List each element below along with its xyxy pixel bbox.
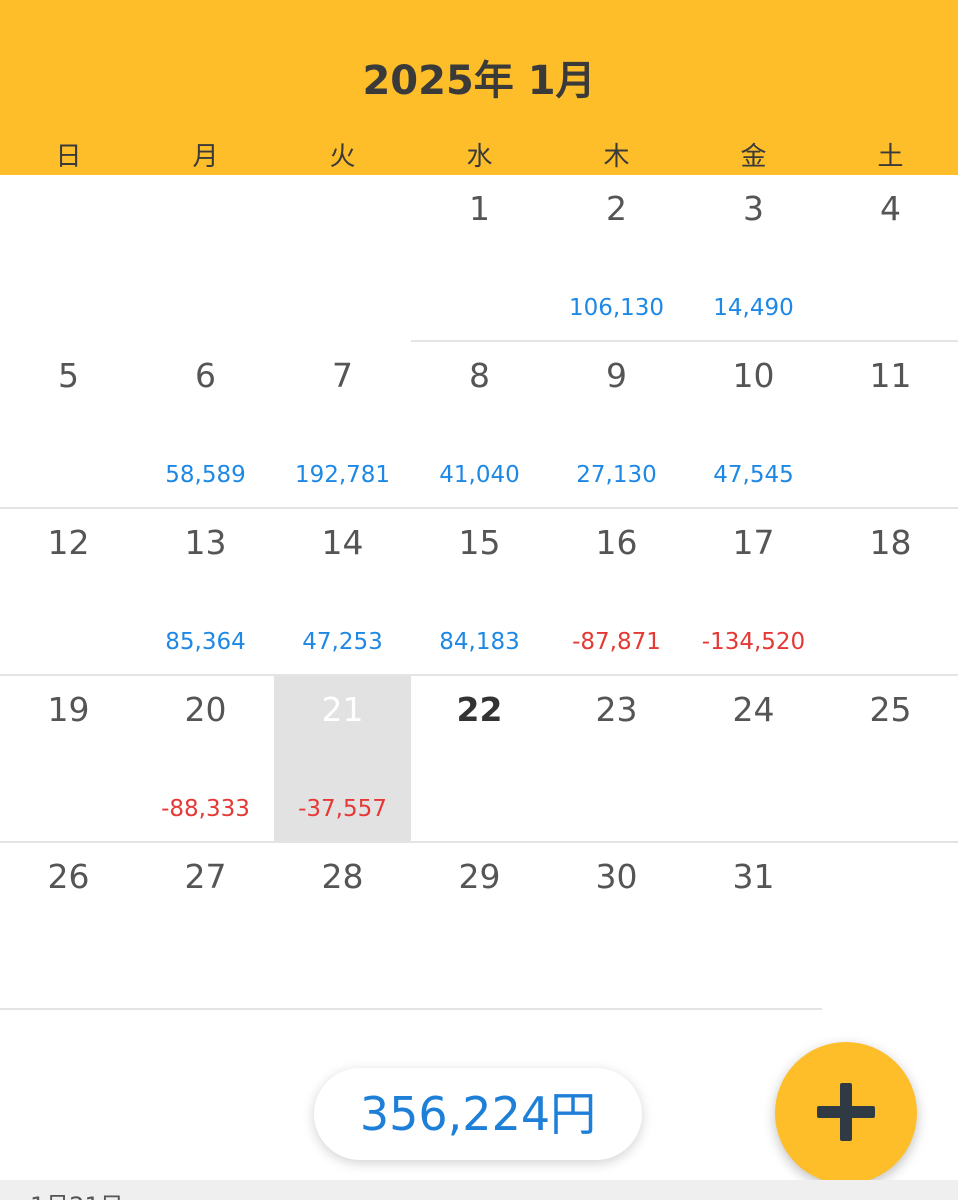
day-number: 1 <box>469 189 490 228</box>
day-number: 13 <box>184 523 227 562</box>
day-cell-28[interactable]: 28 <box>274 843 411 1010</box>
empty-day-cell <box>0 175 137 342</box>
day-cell-24[interactable]: 24 <box>685 676 822 843</box>
day-number: 31 <box>732 857 775 896</box>
day-cell-10[interactable]: 10 47,545 <box>685 342 822 509</box>
calendar-header: 2025年 1月 日 月 火 水 木 金 土 <box>0 0 958 175</box>
day-number: 3 <box>743 189 764 228</box>
day-number: 6 <box>195 356 216 395</box>
selected-date-bar: 1月21日 <box>0 1180 958 1200</box>
day-cell-11[interactable]: 11 <box>822 342 958 509</box>
month-title[interactable]: 2025年 1月 <box>0 48 958 106</box>
day-cell-21[interactable]: 21 -37,557 <box>274 676 411 843</box>
weekday-sun: 日 <box>55 142 82 172</box>
day-amount: 14,490 <box>713 295 794 321</box>
day-cell-9[interactable]: 9 27,130 <box>548 342 685 509</box>
day-number: 12 <box>47 523 90 562</box>
day-number: 19 <box>47 690 90 729</box>
day-number: 15 <box>458 523 501 562</box>
day-cell-14[interactable]: 14 47,253 <box>274 509 411 676</box>
day-cell-29[interactable]: 29 <box>411 843 548 1010</box>
day-number: 27 <box>184 857 227 896</box>
weekday-mon: 月 <box>192 142 219 172</box>
day-number: 30 <box>595 857 638 896</box>
day-cell-18[interactable]: 18 <box>822 509 958 676</box>
day-number: 29 <box>458 857 501 896</box>
monthly-total[interactable]: 356,224円 <box>314 1068 642 1160</box>
day-cell-22[interactable]: 22 <box>411 676 548 843</box>
day-amount: -87,871 <box>572 629 661 655</box>
day-cell-27[interactable]: 27 <box>137 843 274 1010</box>
weekday-thu: 木 <box>603 142 630 172</box>
day-cell-20[interactable]: 20 -88,333 <box>137 676 274 843</box>
empty-day-cell <box>274 175 411 342</box>
day-number: 20 <box>184 690 227 729</box>
day-amount: 47,253 <box>302 629 383 655</box>
day-number: 26 <box>47 857 90 896</box>
day-number: 16 <box>595 523 638 562</box>
empty-day-cell <box>822 843 958 1010</box>
day-cell-3[interactable]: 3 14,490 <box>685 175 822 342</box>
day-cell-19[interactable]: 19 <box>0 676 137 843</box>
weekday-sat: 土 <box>877 142 904 172</box>
add-entry-button[interactable] <box>775 1042 917 1184</box>
day-amount: -88,333 <box>161 796 250 822</box>
selected-date-label: 1月21日 <box>30 1186 124 1200</box>
day-amount: 58,589 <box>165 462 246 488</box>
weekday-wed: 水 <box>466 142 493 172</box>
day-cell-26[interactable]: 26 <box>0 843 137 1010</box>
empty-day-cell <box>137 175 274 342</box>
day-amount: 84,183 <box>439 629 520 655</box>
day-cell-30[interactable]: 30 <box>548 843 685 1010</box>
day-number: 2 <box>606 189 627 228</box>
day-number: 25 <box>869 690 912 729</box>
day-cell-6[interactable]: 6 58,589 <box>137 342 274 509</box>
day-number: 24 <box>732 690 775 729</box>
day-number: 7 <box>332 356 353 395</box>
day-cell-13[interactable]: 13 85,364 <box>137 509 274 676</box>
day-amount: -37,557 <box>298 796 387 822</box>
weekday-tue: 火 <box>329 142 356 172</box>
day-number: 10 <box>732 356 775 395</box>
day-amount: 85,364 <box>165 629 246 655</box>
day-number: 5 <box>58 356 79 395</box>
day-number: 11 <box>869 356 912 395</box>
day-cell-25[interactable]: 25 <box>822 676 958 843</box>
day-number: 18 <box>869 523 912 562</box>
day-number: 9 <box>606 356 627 395</box>
day-amount: 27,130 <box>576 462 657 488</box>
day-cell-5[interactable]: 5 <box>0 342 137 509</box>
day-cell-15[interactable]: 15 84,183 <box>411 509 548 676</box>
day-cell-16[interactable]: 16 -87,871 <box>548 509 685 676</box>
day-number: 21 <box>321 690 364 729</box>
day-number: 17 <box>732 523 775 562</box>
day-cell-23[interactable]: 23 <box>548 676 685 843</box>
day-number: 28 <box>321 857 364 896</box>
day-cell-17[interactable]: 17 -134,520 <box>685 509 822 676</box>
day-cell-7[interactable]: 7 192,781 <box>274 342 411 509</box>
day-amount: -134,520 <box>701 629 806 655</box>
day-cell-4[interactable]: 4 <box>822 175 958 342</box>
day-amount: 106,130 <box>568 295 665 321</box>
day-cell-8[interactable]: 8 41,040 <box>411 342 548 509</box>
day-amount: 47,545 <box>713 462 794 488</box>
day-number: 8 <box>469 356 490 395</box>
day-number: 23 <box>595 690 638 729</box>
day-amount: 41,040 <box>439 462 520 488</box>
day-cell-12[interactable]: 12 <box>0 509 137 676</box>
day-number: 4 <box>880 189 901 228</box>
weekday-fri: 金 <box>740 142 767 172</box>
day-cell-1[interactable]: 1 <box>411 175 548 342</box>
day-number: 14 <box>321 523 364 562</box>
day-cell-31[interactable]: 31 <box>685 843 822 1010</box>
day-amount: 192,781 <box>294 462 391 488</box>
day-number: 22 <box>456 690 503 729</box>
day-cell-2[interactable]: 2 106,130 <box>548 175 685 342</box>
